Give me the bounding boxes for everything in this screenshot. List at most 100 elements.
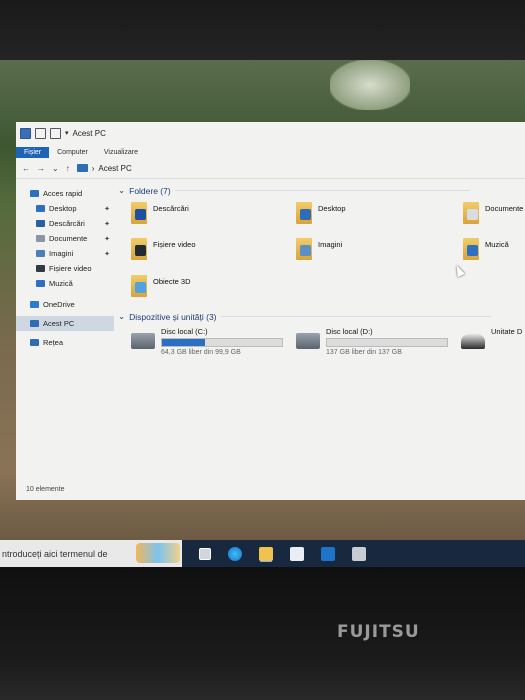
video-icon [36, 265, 45, 272]
sidebar-item[interactable]: Documente ✦ [16, 231, 114, 246]
outlook-icon[interactable] [321, 546, 335, 561]
laptop-bezel-bottom [0, 567, 525, 700]
download-icon [36, 220, 45, 227]
star-icon [30, 190, 39, 197]
cloud-icon [30, 301, 39, 308]
tab-computer[interactable]: Computer [49, 147, 96, 158]
breadcrumb-label: Acest PC [98, 163, 132, 173]
recent-locations-icon[interactable]: ⌄ [52, 164, 59, 173]
pin-icon[interactable]: ✦ [104, 205, 110, 213]
drives-group-header[interactable]: ⌄ Dispozitive și unități (3) [118, 311, 491, 322]
sidebar-item-label: Acces rapid [43, 189, 83, 198]
store-icon[interactable] [290, 546, 304, 561]
videos-folder-icon [131, 238, 147, 260]
sidebar-item[interactable]: Desktop ✦ [16, 201, 114, 216]
breadcrumb-separator-icon: › [91, 163, 95, 173]
ribbon-tabs: Fișier Computer Vizualizare [16, 144, 525, 158]
breadcrumb[interactable]: › Acest PC [76, 163, 132, 173]
folder-item[interactable]: Fișiere video [131, 238, 196, 260]
sidebar-item-label: Imagini [49, 249, 74, 258]
up-arrow-icon[interactable]: ↑ [66, 164, 70, 173]
3d-objects-folder-icon [131, 275, 147, 297]
folder-badge [467, 245, 478, 256]
drive-usage-bar [161, 338, 283, 347]
sidebar-item[interactable]: Fișiere video [16, 261, 114, 276]
edge-icon[interactable] [228, 546, 242, 561]
folders-header-label: Foldere (7) [129, 185, 171, 196]
folder-item[interactable]: Documente [463, 202, 523, 224]
pin-icon[interactable]: ✦ [104, 220, 110, 228]
folder-label: Fișiere video [153, 240, 196, 249]
sidebar-item-label: OneDrive [43, 300, 75, 309]
file-explorer-window: ▾ Acest PC Fișier Computer Vizualizare ←… [16, 122, 525, 500]
folder-item[interactable]: Obiecte 3D [131, 275, 191, 297]
documents-icon [36, 235, 45, 242]
sidebar-item[interactable]: Acces rapid [16, 186, 114, 201]
folder-label: Muzică [485, 240, 509, 249]
drive-item[interactable]: Disc local (C:) 64,3 GB liber din 99,9 GB [131, 327, 283, 356]
drive-free-space: 137 GB liber din 137 GB [326, 349, 402, 356]
sidebar-item-label: Acest PC [43, 319, 75, 328]
pc-icon[interactable] [20, 127, 31, 139]
back-arrow-icon[interactable]: ← [22, 164, 30, 173]
search-placeholder: ntroduceți aici termenul de [2, 548, 108, 559]
music-folder-icon [463, 238, 479, 260]
taskbar: ntroduceți aici termenul de [0, 540, 525, 567]
sidebar-item[interactable]: OneDrive [16, 297, 114, 312]
collapse-chevron-icon[interactable]: ⌄ [118, 185, 125, 196]
tab-view[interactable]: Vizualizare [96, 147, 146, 158]
folder-label: Descărcări [153, 204, 189, 213]
title-bar: ▾ Acest PC [16, 122, 525, 144]
taskbar-search-box[interactable]: ntroduceți aici termenul de [0, 540, 182, 567]
music-icon [36, 280, 45, 287]
pin-icon[interactable]: ✦ [104, 250, 110, 258]
sidebar-item[interactable]: Descărcări ✦ [16, 216, 114, 231]
desktop-folder-icon [296, 202, 312, 224]
status-bar: 10 elemente [26, 486, 65, 493]
forward-arrow-icon[interactable]: → [37, 164, 45, 173]
folder-label: Obiecte 3D [153, 277, 191, 286]
sidebar-item[interactable]: Imagini ✦ [16, 246, 114, 261]
customize-toolbar-icon[interactable]: ▾ [65, 129, 69, 137]
sidebar-item[interactable]: Muzică [16, 276, 114, 291]
documents-folder-icon [463, 202, 479, 224]
folder-item[interactable]: Desktop [296, 202, 346, 224]
folder-item[interactable]: Muzică [463, 238, 509, 260]
folders-group-header[interactable]: ⌄ Foldere (7) [118, 185, 470, 196]
app-icon[interactable] [352, 546, 366, 561]
pin-icon[interactable]: ✦ [104, 235, 110, 243]
properties-icon[interactable] [35, 127, 46, 139]
folder-badge [135, 245, 146, 256]
address-bar: ← → ⌄ ↑ › Acest PC [16, 158, 525, 179]
drive-usage-bar [326, 338, 448, 347]
drive-label: Unitate D [491, 327, 523, 336]
group-divider [174, 190, 470, 191]
new-folder-icon[interactable] [50, 127, 61, 139]
tab-file[interactable]: Fișier [16, 147, 50, 158]
hard-drive-icon [296, 333, 320, 349]
drive-free-space: 64,3 GB liber din 99,9 GB [161, 349, 241, 356]
drive-item[interactable]: Disc local (D:) 137 GB liber din 137 GB [296, 327, 448, 356]
file-explorer-icon[interactable] [259, 546, 273, 561]
brand-logo: FUJITSU [337, 622, 420, 642]
folder-item[interactable]: Descărcări [131, 202, 189, 224]
window-title: Acest PC [72, 128, 106, 138]
sidebar-item[interactable]: Rețea [16, 335, 114, 350]
folder-badge [300, 209, 311, 220]
navigation-pane: Acces rapid Desktop ✦ Descărcări ✦ Documente ✦… [16, 186, 114, 486]
folder-badge [300, 245, 311, 256]
folder-badge [135, 282, 146, 293]
drive-usage-fill [162, 339, 206, 346]
task-view-icon[interactable] [199, 547, 211, 560]
collapse-chevron-icon[interactable]: ⌄ [118, 311, 125, 322]
sidebar-item[interactable]: Acest PC [16, 316, 114, 331]
folder-label: Documente [485, 204, 524, 213]
folder-badge [467, 209, 478, 220]
sidebar-item-label: Fișiere video [49, 264, 92, 273]
folder-item[interactable]: Imagini [296, 238, 342, 260]
wallpaper-sky [330, 60, 410, 110]
dvd-drive-icon [461, 333, 485, 349]
pc-icon [76, 164, 88, 172]
drive-item[interactable]: Unitate D [461, 327, 522, 349]
pc-icon [30, 320, 39, 327]
